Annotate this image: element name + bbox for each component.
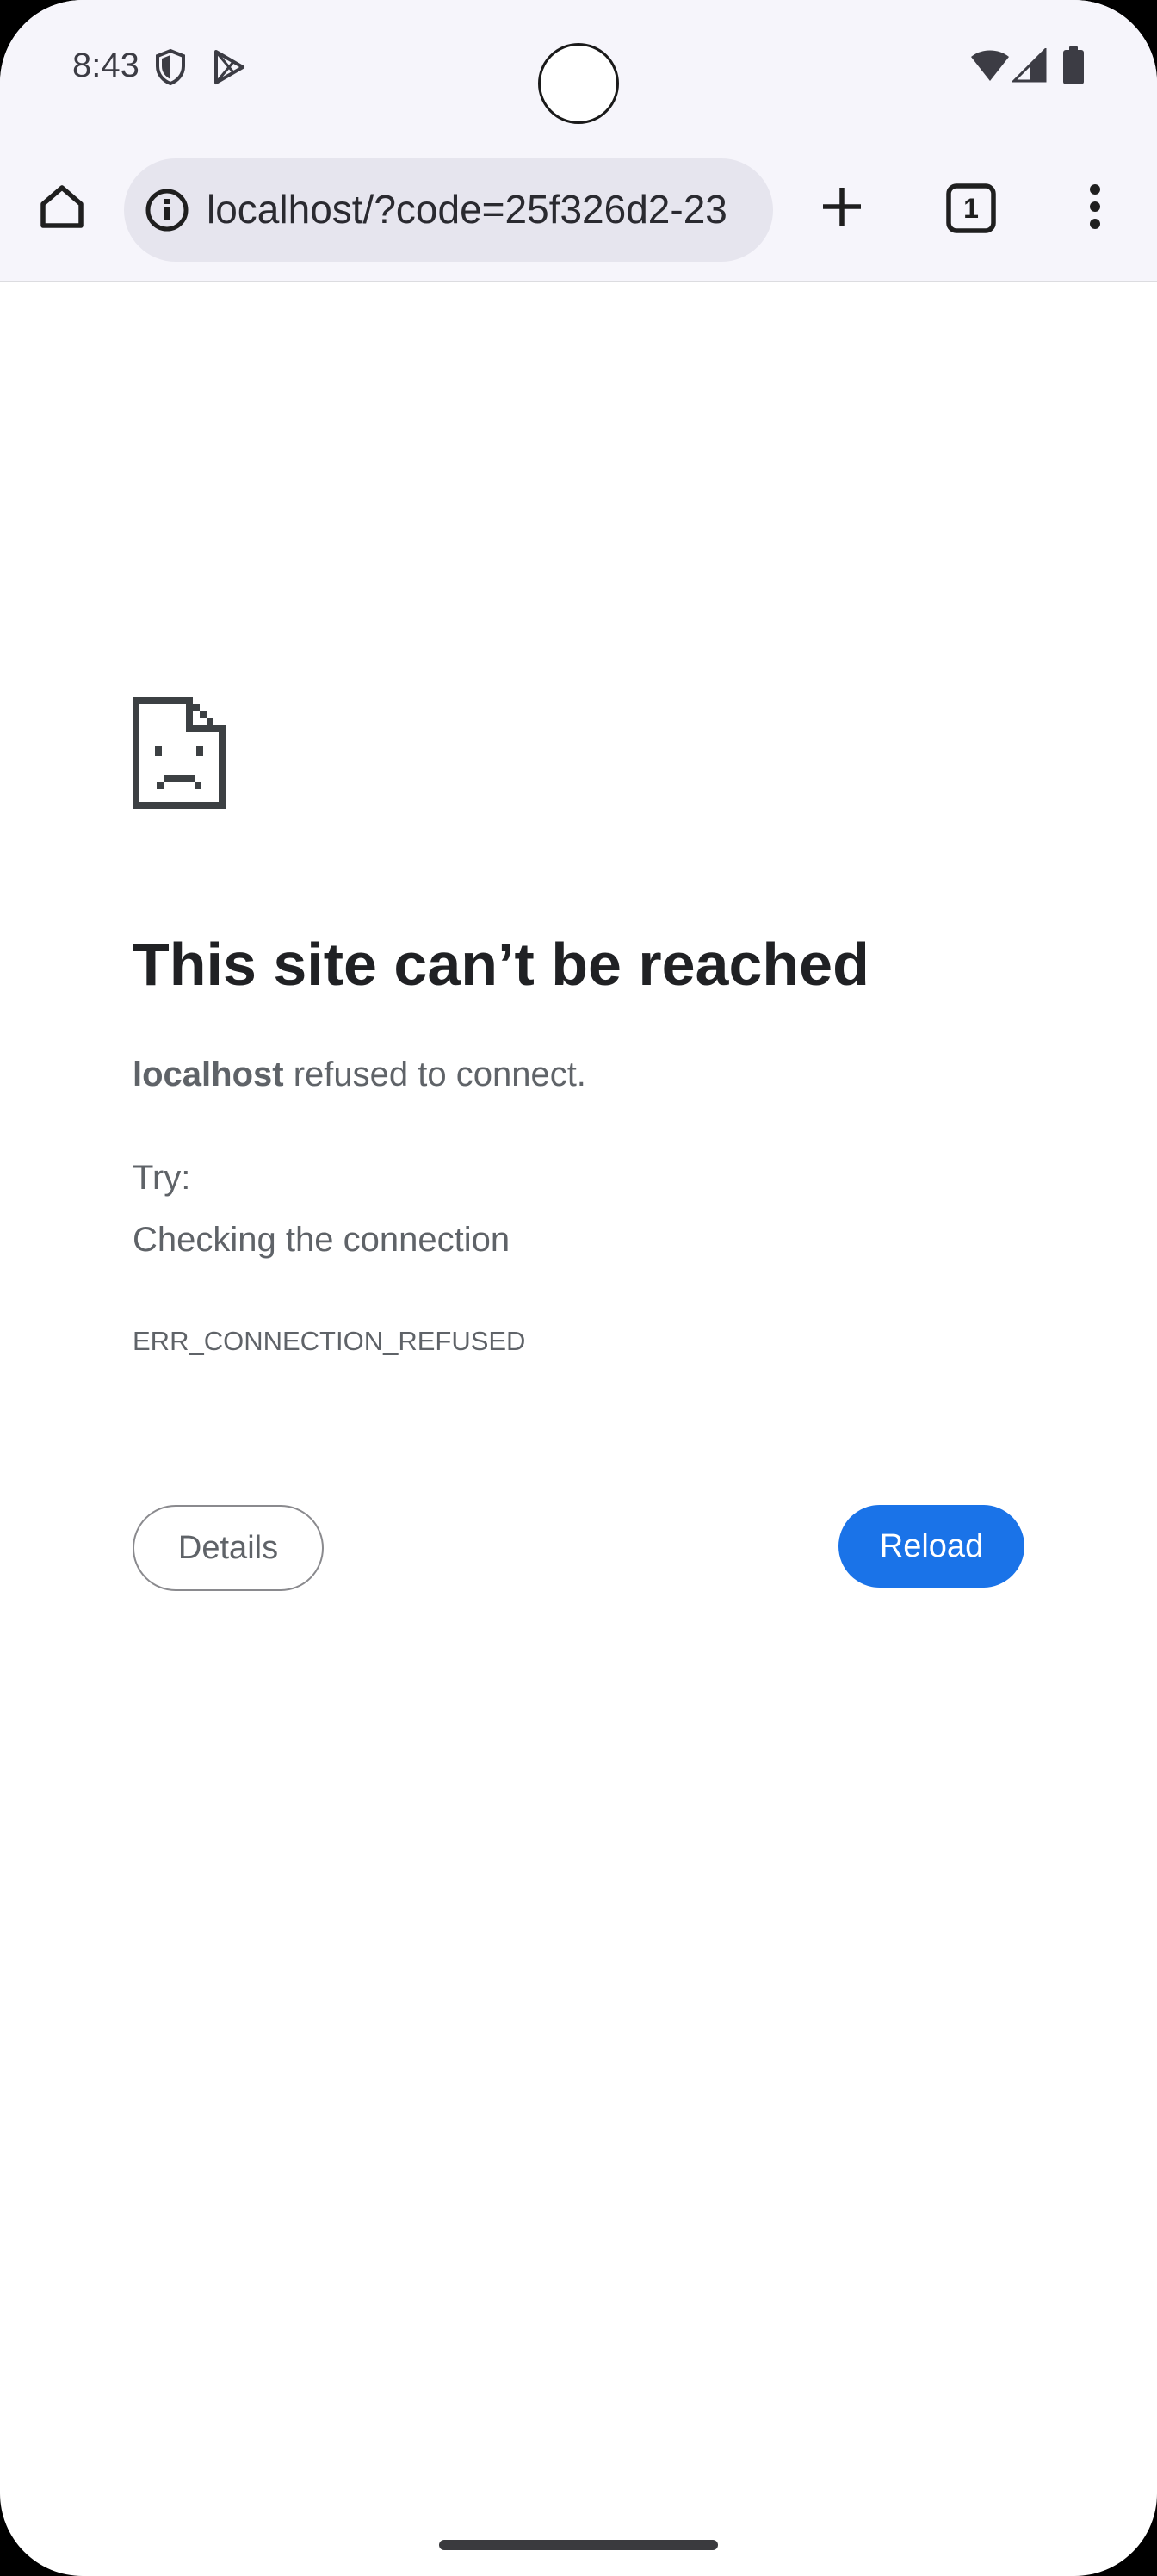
reload-button[interactable]: Reload — [838, 1505, 1024, 1588]
menu-button[interactable] — [1061, 172, 1129, 245]
try-label: Try: — [133, 1159, 191, 1197]
play-store-icon — [210, 48, 248, 90]
sad-document-icon — [133, 697, 226, 809]
gesture-nav-handle[interactable] — [439, 2540, 718, 2550]
error-message: localhost refused to connect. — [133, 1056, 586, 1094]
front-camera — [538, 43, 619, 124]
battery-icon — [1062, 46, 1085, 89]
tab-count: 1 — [963, 192, 979, 224]
home-icon — [36, 181, 88, 237]
error-message-text: refused to connect. — [283, 1056, 586, 1093]
plus-icon — [820, 184, 864, 233]
browser-toolbar: localhost/?code=25f326d2-23 1 — [0, 148, 1157, 282]
new-tab-button[interactable] — [807, 172, 876, 245]
error-code: ERR_CONNECTION_REFUSED — [133, 1326, 526, 1356]
url-bar[interactable]: localhost/?code=25f326d2-23 — [124, 158, 773, 262]
page-title: This site can’t be reached — [133, 931, 869, 998]
error-host: localhost — [133, 1056, 284, 1093]
tab-switcher-button[interactable]: 1 — [937, 172, 1005, 245]
signal-icon — [1011, 46, 1047, 87]
shield-icon — [153, 48, 188, 90]
phone-screen: 8:43 localhost/?code=25f326d2-23 1 This … — [0, 0, 1157, 2576]
more-vert-icon — [1088, 183, 1102, 235]
url-text[interactable]: localhost/?code=25f326d2-23 — [207, 186, 759, 232]
wifi-icon — [969, 48, 1011, 87]
suggestion-item: Checking the connection — [133, 1221, 510, 1259]
status-time: 8:43 — [72, 46, 139, 84]
details-button[interactable]: Details — [133, 1505, 324, 1591]
home-button[interactable] — [26, 172, 98, 245]
status-bar: 8:43 — [0, 0, 1157, 148]
info-icon[interactable] — [143, 186, 191, 234]
